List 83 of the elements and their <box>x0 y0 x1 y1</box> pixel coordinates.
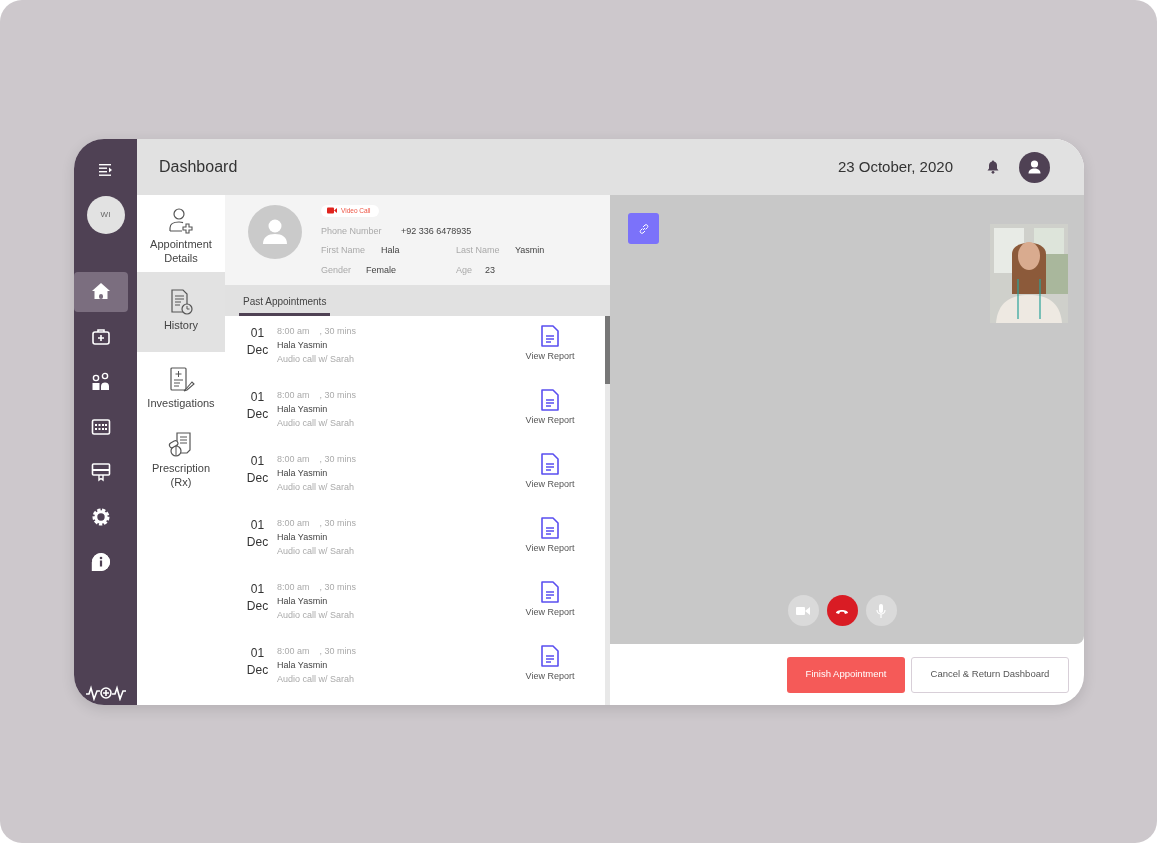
patient-name: Hala Yasmin <box>277 466 329 480</box>
call-description: Audio call w/ Sarah <box>277 544 356 558</box>
date-month: Dec <box>245 470 270 488</box>
view-report-button[interactable]: View Report <box>520 453 580 492</box>
menu-icon[interactable] <box>98 164 113 176</box>
person-add-icon <box>167 207 195 234</box>
document-icon <box>540 517 560 539</box>
date-month: Dec <box>245 534 270 552</box>
time-text: 8:00 am <box>277 454 310 464</box>
duration-text: , 30 mins <box>319 582 357 592</box>
date-day: 01 <box>238 517 277 535</box>
patient-name: Hala Yasmin <box>277 530 329 544</box>
patient-name: Hala Yasmin <box>277 338 329 352</box>
staff-icon <box>91 372 111 392</box>
user-avatar-icon[interactable] <box>1019 151 1050 183</box>
view-report-button[interactable]: View Report <box>520 389 580 428</box>
patient-name: Hala Yasmin <box>277 594 329 608</box>
patient-name: Hala Yasmin <box>277 658 329 672</box>
video-camera-icon <box>327 207 337 215</box>
time-text: 8:00 am <box>277 582 310 592</box>
side-tab[interactable]: History <box>137 271 225 353</box>
document-icon <box>540 389 560 411</box>
pulse-logo-icon <box>84 685 127 701</box>
field-value: Yasmin <box>515 244 546 258</box>
duration-text: , 30 mins <box>319 518 357 528</box>
date-month: Dec <box>245 662 270 680</box>
field-value: 23 <box>485 263 496 277</box>
date-day: 01 <box>238 325 277 343</box>
info-icon <box>91 552 111 572</box>
field-value: +92 336 6478935 <box>401 224 473 238</box>
date-text: 23 October, 2020 <box>837 156 953 177</box>
date-day: 01 <box>238 645 277 663</box>
time-text: 8:00 am <box>277 326 310 336</box>
calendar-icon <box>91 417 111 437</box>
user-initials-avatar: WI <box>86 196 125 234</box>
field-value: Hala <box>381 244 401 258</box>
date-day: 01 <box>238 453 277 471</box>
view-report-button[interactable]: View Report <box>520 325 580 364</box>
field-label: Gender <box>321 263 353 277</box>
link-icon <box>637 222 650 235</box>
call-description: Audio call w/ Sarah <box>277 352 356 366</box>
time-text: 8:00 am <box>277 646 310 656</box>
microphone-icon <box>876 603 886 618</box>
document-icon <box>540 581 560 603</box>
document-icon <box>540 645 560 667</box>
duration-text: , 30 mins <box>319 326 357 336</box>
field-label: First Name <box>321 244 366 258</box>
date-day: 01 <box>238 581 277 599</box>
patient-avatar-icon <box>248 205 302 259</box>
date-month: Dec <box>245 406 270 424</box>
end-call-button[interactable] <box>826 595 858 626</box>
field-label: Last Name <box>456 244 501 258</box>
cancel-button[interactable]: Cancel & Return Dashboard <box>911 656 1069 693</box>
video-camera-icon <box>796 605 810 616</box>
medical-report-icon <box>167 366 195 394</box>
date-month: Dec <box>245 598 270 616</box>
call-description: Audio call w/ Sarah <box>277 672 356 686</box>
field-value: Female <box>366 263 397 277</box>
call-description: Audio call w/ Sarah <box>277 416 356 430</box>
nav-button[interactable] <box>74 272 128 312</box>
duration-text: , 30 mins <box>319 646 357 656</box>
duration-text: , 30 mins <box>319 390 357 400</box>
duration-text: , 30 mins <box>319 454 357 464</box>
certificate-icon <box>91 462 111 482</box>
patient-name: Hala Yasmin <box>277 402 329 416</box>
settings-icon <box>91 507 111 527</box>
view-report-button[interactable]: View Report <box>520 581 580 620</box>
page-title: Dashboard <box>159 157 238 177</box>
call-description: Audio call w/ Sarah <box>277 480 356 494</box>
date-day: 01 <box>238 389 277 407</box>
date-month: Dec <box>245 342 270 360</box>
home-icon <box>91 282 111 302</box>
medical-kit-icon <box>91 327 111 347</box>
time-text: 8:00 am <box>277 390 310 400</box>
field-label: Phone Number <box>321 224 383 238</box>
time-text: 8:00 am <box>277 518 310 528</box>
view-report-button[interactable]: View Report <box>520 517 580 556</box>
view-report-button[interactable]: View Report <box>520 645 580 684</box>
document-icon <box>540 453 560 475</box>
bell-icon[interactable] <box>987 160 999 174</box>
document-icon <box>540 325 560 347</box>
field-label: Age <box>456 263 473 277</box>
call-description: Audio call w/ Sarah <box>277 608 356 622</box>
